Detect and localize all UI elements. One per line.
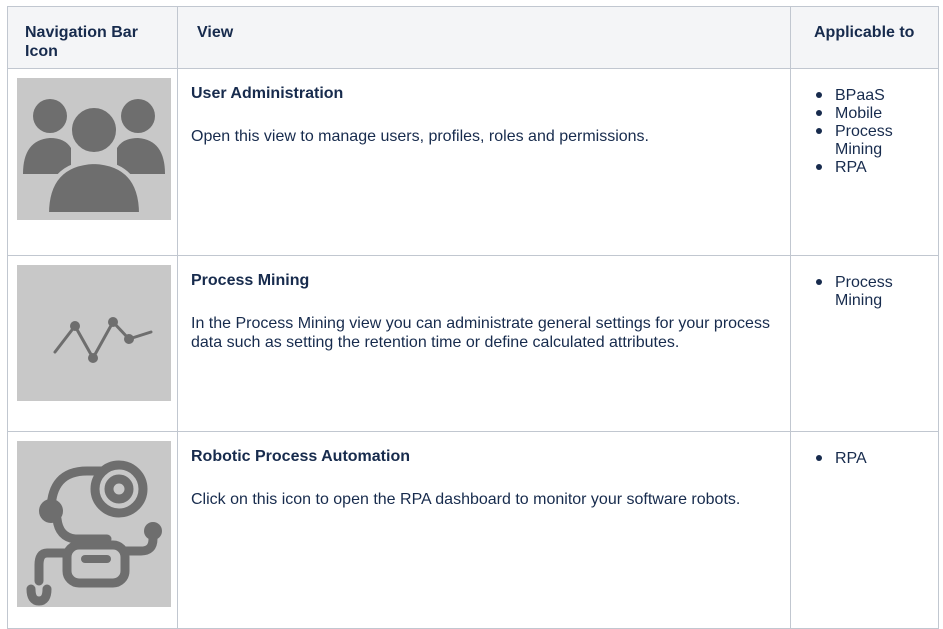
view-cell: User Administration Open this view to ma… — [177, 68, 791, 256]
robot-icon — [17, 441, 171, 607]
view-description: Click on this icon to open the RPA dashb… — [191, 491, 741, 508]
list-item: Process Mining — [816, 274, 932, 310]
list-item: RPA — [816, 159, 932, 177]
navigation-views-table: Navigation Bar Icon View Applicable to U… — [7, 6, 939, 629]
applicable-cell: Process Mining — [790, 255, 939, 432]
list-item: BPaaS — [816, 87, 932, 105]
applicable-cell: BPaaS Mobile Process Mining RPA — [790, 68, 939, 256]
table-row: Process Mining In the Process Mining vie… — [7, 255, 939, 432]
view-description: Open this view to manage users, profiles… — [191, 128, 649, 145]
view-title: Robotic Process Automation — [191, 448, 410, 465]
view-title: Process Mining — [191, 272, 310, 289]
list-item: Mobile — [816, 105, 932, 123]
icon-cell — [7, 68, 178, 256]
table-header-row: Navigation Bar Icon View Applicable to — [7, 6, 939, 69]
applicable-list: Process Mining — [813, 274, 932, 310]
process-mining-icon — [17, 265, 171, 401]
header-navigation-bar-icon: Navigation Bar Icon — [7, 6, 178, 69]
list-item: Process Mining — [816, 123, 932, 159]
icon-cell — [7, 255, 178, 432]
header-view: View — [177, 6, 791, 69]
applicable-list: RPA — [813, 450, 932, 468]
header-applicable-to: Applicable to — [790, 6, 939, 69]
applicable-list: BPaaS Mobile Process Mining RPA — [813, 87, 932, 177]
view-title: User Administration — [191, 85, 344, 102]
list-item: RPA — [816, 450, 932, 468]
view-cell: Process Mining In the Process Mining vie… — [177, 255, 791, 432]
user-group-icon — [17, 78, 171, 220]
view-description: In the Process Mining view you can admin… — [191, 315, 770, 351]
table-row: User Administration Open this view to ma… — [7, 68, 939, 256]
